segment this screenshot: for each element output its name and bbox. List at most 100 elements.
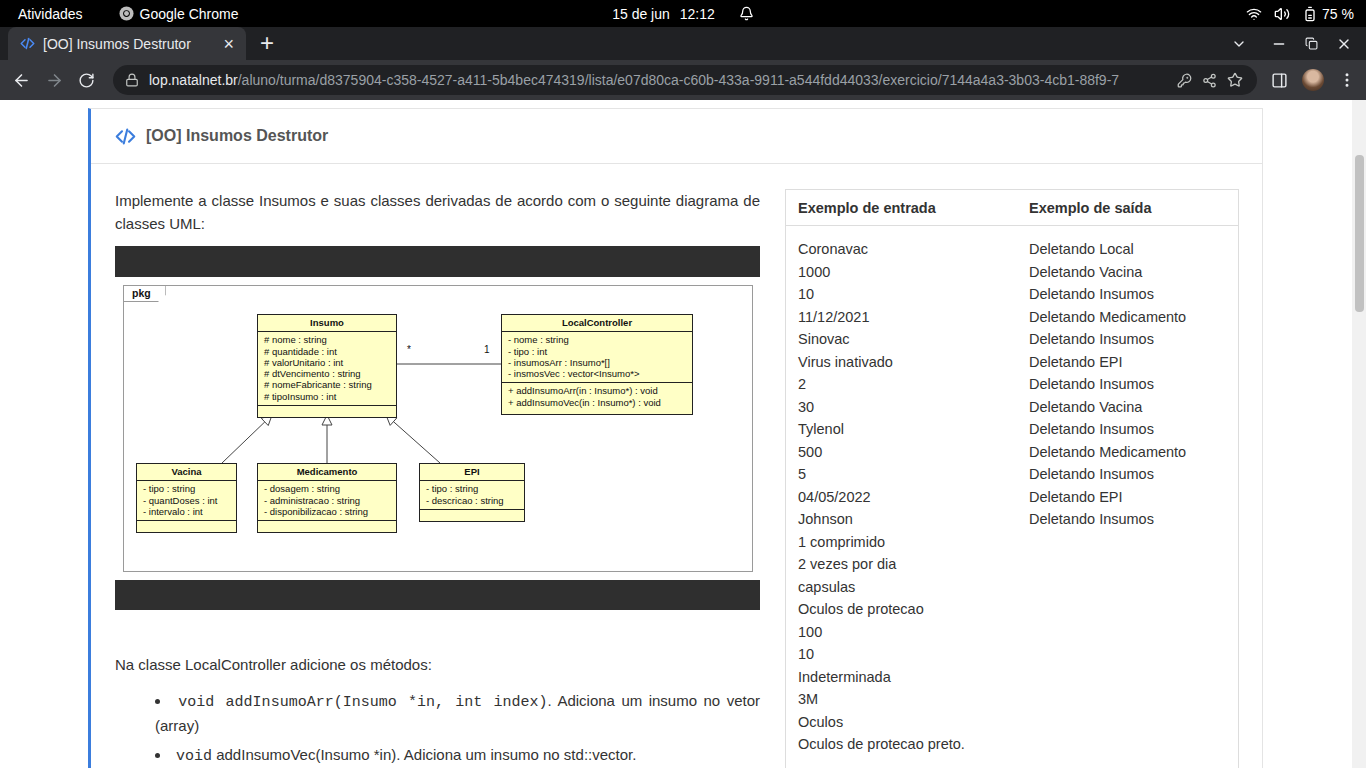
input-line: 04/05/2022: [798, 486, 1029, 509]
clock[interactable]: 15 de jun 12:12: [612, 6, 754, 22]
input-line: Oculos de protecao: [798, 598, 1029, 621]
tab-search-icon[interactable]: [1231, 36, 1247, 52]
forward-icon[interactable]: [45, 71, 64, 90]
card-header: [OO] Insumos Destrutor: [91, 109, 1262, 164]
class-attribute: - dosagem : string: [264, 483, 390, 494]
scrollbar[interactable]: [1352, 100, 1366, 768]
class-attribute: - descricao : string: [426, 495, 518, 506]
tab-strip: [OO] Insumos Destrutor× +: [0, 27, 1366, 60]
input-line: Oculos de protecao preto.: [798, 733, 1029, 756]
code-icon: [115, 126, 136, 147]
system-bar: Atividades Google Chrome 15 de jun 12:12 75 …: [0, 0, 1366, 27]
battery-level: 75 %: [1322, 6, 1354, 22]
share-icon[interactable]: [1202, 73, 1217, 88]
example-input: Coronavac10001011/12/2021SinovacVirus in…: [798, 238, 1029, 756]
class-attribute: # nomeFabricante : string: [264, 379, 390, 390]
multiplicity-label: *: [407, 344, 411, 355]
output-line: Deletando Local: [1029, 238, 1226, 261]
url-text[interactable]: lop.natalnet.br/aluno/turma/d8375904-c35…: [149, 72, 1167, 88]
status-menu[interactable]: 75 %: [754, 6, 1366, 22]
browser-tab[interactable]: [OO] Insumos Destrutor×: [8, 27, 246, 60]
uml-class: Insumo# nome : string# quantidade : int#…: [257, 314, 397, 418]
tab-close-button[interactable]: ×: [221, 35, 236, 53]
class-attribute: - tipo : string: [143, 483, 230, 494]
class-attribute: - insumosArr : Insumo*[]: [508, 357, 686, 368]
multiplicity-label: 1: [484, 344, 490, 355]
output-line: Deletando Insumos: [1029, 373, 1226, 396]
reload-icon[interactable]: [78, 72, 95, 89]
examples-header: Exemplo de entradaExemplo de saída: [786, 190, 1238, 226]
activities-button[interactable]: Atividades: [18, 6, 83, 22]
exercise-card: [OO] Insumos Destrutor Implemente a class…: [88, 108, 1263, 768]
association-line: [397, 364, 501, 365]
address-bar[interactable]: lop.natalnet.br/aluno/turma/d8375904-c35…: [113, 65, 1257, 95]
input-line: 30: [798, 396, 1029, 419]
class-attribute: - intervalo : int: [143, 506, 230, 517]
clock-date: 15 de jun: [612, 6, 670, 22]
output-line: Deletando Vacina: [1029, 396, 1226, 419]
output-line: Deletando EPI: [1029, 351, 1226, 374]
uml-class: Medicamento- dosagem : string- administr…: [257, 463, 397, 533]
class-attribute: - disponibilizacao : string: [264, 506, 390, 517]
lock-icon: [125, 73, 139, 87]
new-tab-button[interactable]: +: [260, 31, 274, 55]
input-line: 100: [798, 621, 1029, 644]
generalization: [386, 415, 440, 463]
class-attributes: - nome : string- tipo : int- insumosArr …: [502, 332, 692, 383]
class-attribute: - administracao : string: [264, 495, 390, 506]
intro-text: Implemente a classe Insumos e suas class…: [115, 189, 760, 235]
desktop: Atividades Google Chrome 15 de jun 12:12 75 …: [0, 0, 1366, 768]
close-window-icon[interactable]: [1336, 36, 1352, 52]
class-methods: [420, 510, 524, 521]
clock-time: 12:12: [680, 6, 715, 22]
class-attributes: # nome : string# quantidade : int# valor…: [258, 332, 396, 406]
key-icon[interactable]: [1177, 73, 1192, 88]
input-line: 11/12/2021: [798, 306, 1029, 329]
class-name: Insumo: [258, 315, 396, 332]
input-line: Indeterminada: [798, 666, 1029, 689]
method-list: void addInsumoArr(Insumo *in, int index)…: [115, 689, 760, 768]
input-line: Oculos: [798, 711, 1029, 734]
class-attribute: # quantidade : int: [264, 346, 390, 357]
output-line: Deletando Insumos: [1029, 283, 1226, 306]
output-line: Deletando Insumos: [1029, 463, 1226, 486]
uml-class: LocalController- nome : string- tipo : i…: [501, 314, 693, 415]
output-line: Deletando EPI: [1029, 486, 1226, 509]
class-methods: + addInsumoArr(in : Insumo*) : void+ add…: [502, 383, 692, 414]
input-line: Virus inativado: [798, 351, 1029, 374]
output-line: Deletando Insumos: [1029, 328, 1226, 351]
input-line: 1 comprimido: [798, 531, 1029, 554]
generalization: [222, 415, 272, 463]
profile-avatar[interactable]: [1302, 69, 1324, 91]
class-attribute: # tipoInsumo : int: [264, 391, 390, 402]
uml-diagram: pkg*1Insumo# nome : string# quantidade :…: [115, 246, 760, 610]
star-icon[interactable]: [1227, 72, 1243, 88]
bell-icon: [739, 6, 754, 21]
class-attribute: - insmosVec : vector<Insumo*>: [508, 368, 686, 379]
class-methods: [137, 521, 236, 532]
exercise-statement: Implemente a classe Insumos e suas class…: [115, 189, 760, 768]
input-line: 10: [798, 283, 1029, 306]
menu-icon[interactable]: [1338, 71, 1356, 89]
volume-icon: [1274, 6, 1290, 22]
input-line: capsulas: [798, 576, 1029, 599]
examples-table: Exemplo de entradaExemplo de saída Corona…: [785, 189, 1239, 768]
chrome-logo-icon: [119, 6, 134, 21]
scrollbar-thumb[interactable]: [1355, 155, 1364, 312]
minimize-icon[interactable]: [1271, 36, 1287, 52]
input-line: 500: [798, 441, 1029, 464]
back-icon[interactable]: [12, 71, 31, 90]
input-line: Tylenol: [798, 418, 1029, 441]
output-line: Deletando Insumos: [1029, 418, 1226, 441]
class-name: Medicamento: [258, 464, 396, 481]
app-menu[interactable]: Google Chrome: [119, 6, 239, 22]
side-panel-icon[interactable]: [1271, 72, 1288, 89]
uml-class: EPI- tipo : string- descricao : string: [419, 463, 525, 522]
uml-class: Vacina- tipo : string- quantDoses : int-…: [136, 463, 237, 533]
class-methods: [258, 521, 396, 532]
restore-icon[interactable]: [1305, 37, 1318, 50]
class-attributes: - dosagem : string- administracao : stri…: [258, 481, 396, 521]
input-line: 5: [798, 463, 1029, 486]
example-output: Deletando LocalDeletando VacinaDeletando…: [1029, 238, 1226, 756]
class-attribute: - quantDoses : int: [143, 495, 230, 506]
